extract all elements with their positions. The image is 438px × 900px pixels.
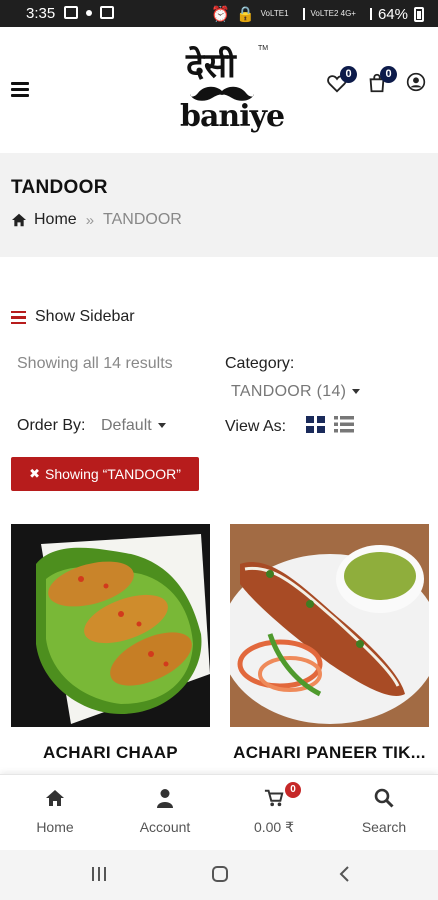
app-icon <box>100 6 114 19</box>
order-by-value: Default <box>101 417 152 434</box>
product-card[interactable]: ACHARI CHAAP <box>11 524 210 762</box>
header-actions: 0 0 <box>326 66 428 94</box>
cart-button[interactable]: 0 <box>366 66 397 94</box>
home-button-icon[interactable] <box>211 865 229 883</box>
breadcrumb: Home » TANDOOR <box>11 211 182 229</box>
cart-badge: 0 <box>380 66 397 83</box>
system-navigation-bar <box>0 850 438 900</box>
active-filter-chip[interactable]: ✖ Showing “TANDOOR” <box>11 457 199 491</box>
page-title: TANDOOR <box>11 177 108 198</box>
logo-latin-text: baniye <box>180 99 285 134</box>
order-by-label: Order By: <box>17 417 86 434</box>
network-2-label: VoLTE2 4G+ <box>310 9 356 18</box>
status-bar: 3:35 ⏰ 🔒 VoLTE1 VoLTE2 4G+ 64% <box>0 0 438 27</box>
nav-home-label: Home <box>36 819 74 835</box>
logo-hindi-text: देसी <box>186 46 236 86</box>
order-by-select[interactable]: Default <box>101 417 166 435</box>
home-icon <box>46 790 64 806</box>
signal-2-icon <box>362 8 372 20</box>
product-name[interactable]: ACHARI CHAAP <box>11 743 210 763</box>
remove-filter-icon: ✖ <box>29 466 40 481</box>
show-sidebar-label: Show Sidebar <box>35 308 135 325</box>
wishlist-badge: 0 <box>340 66 357 83</box>
show-sidebar-button[interactable]: Show Sidebar <box>11 308 135 326</box>
status-right: ⏰ 🔒 VoLTE1 VoLTE2 4G+ 64% <box>211 5 424 23</box>
nav-search-label: Search <box>361 819 407 835</box>
grid-view-icon[interactable] <box>306 416 325 433</box>
product-card[interactable]: ACHARI PANEER TIK... <box>230 524 429 762</box>
product-image[interactable] <box>230 524 429 727</box>
app-header: देसी TM baniye 0 0 <box>0 27 438 153</box>
nav-search[interactable]: Search <box>329 775 438 851</box>
user-icon <box>157 789 173 808</box>
home-icon <box>12 213 26 227</box>
breadcrumb-separator: » <box>85 211 95 229</box>
dot-icon <box>86 10 92 16</box>
network-1-label: VoLTE1 <box>260 9 289 18</box>
brand-logo[interactable]: देसी TM baniye <box>176 39 285 139</box>
battery-percent: 64% <box>377 5 408 23</box>
alarm-icon: ⏰ <box>211 6 230 23</box>
breadcrumb-home-link[interactable]: Home <box>34 211 77 229</box>
wishlist-button[interactable]: 0 <box>326 66 357 94</box>
results-count: Showing all 14 results <box>17 355 173 372</box>
nav-account-label: Account <box>139 819 191 835</box>
product-name[interactable]: ACHARI PANEER TIK... <box>230 743 429 763</box>
user-icon <box>406 72 426 92</box>
signal-1-icon <box>295 8 305 20</box>
nav-home[interactable]: Home <box>0 775 110 851</box>
status-notification-icons <box>64 6 114 19</box>
product-image[interactable] <box>11 524 210 727</box>
breadcrumb-current: TANDOOR <box>103 211 182 228</box>
page-header-band: TANDOOR Home » TANDOOR <box>0 153 438 257</box>
nav-account[interactable]: Account <box>110 775 220 851</box>
caret-down-icon <box>157 423 166 429</box>
list-icon <box>11 310 26 324</box>
view-as-label: View As: <box>225 418 287 435</box>
active-filter-label: Showing “TANDOOR” <box>45 466 181 482</box>
category-select-value: TANDOOR (14) <box>231 383 347 400</box>
lock-icon: 🔒 <box>235 6 255 23</box>
menu-icon[interactable] <box>11 82 29 97</box>
category-select[interactable]: TANDOOR (14) <box>231 383 361 401</box>
battery-icon <box>414 6 424 22</box>
gallery-icon <box>64 6 78 19</box>
category-label: Category: <box>225 355 295 372</box>
account-button[interactable] <box>406 72 428 94</box>
status-time: 3:35 <box>26 5 56 22</box>
back-icon[interactable] <box>336 865 354 883</box>
cart-icon <box>264 789 284 807</box>
list-view-icon[interactable] <box>334 416 354 433</box>
search-icon <box>374 788 394 808</box>
nav-cart-badge: 0 <box>285 782 301 798</box>
nav-cart[interactable]: 0 0.00 ₹ <box>219 775 329 851</box>
bottom-navigation: Home Account 0 0.00 ₹ Search <box>0 774 438 850</box>
nav-cart-total: 0.00 ₹ <box>253 819 295 835</box>
logo-trademark: TM <box>258 45 269 52</box>
caret-down-icon <box>352 389 361 395</box>
recent-apps-icon[interactable] <box>90 865 108 883</box>
